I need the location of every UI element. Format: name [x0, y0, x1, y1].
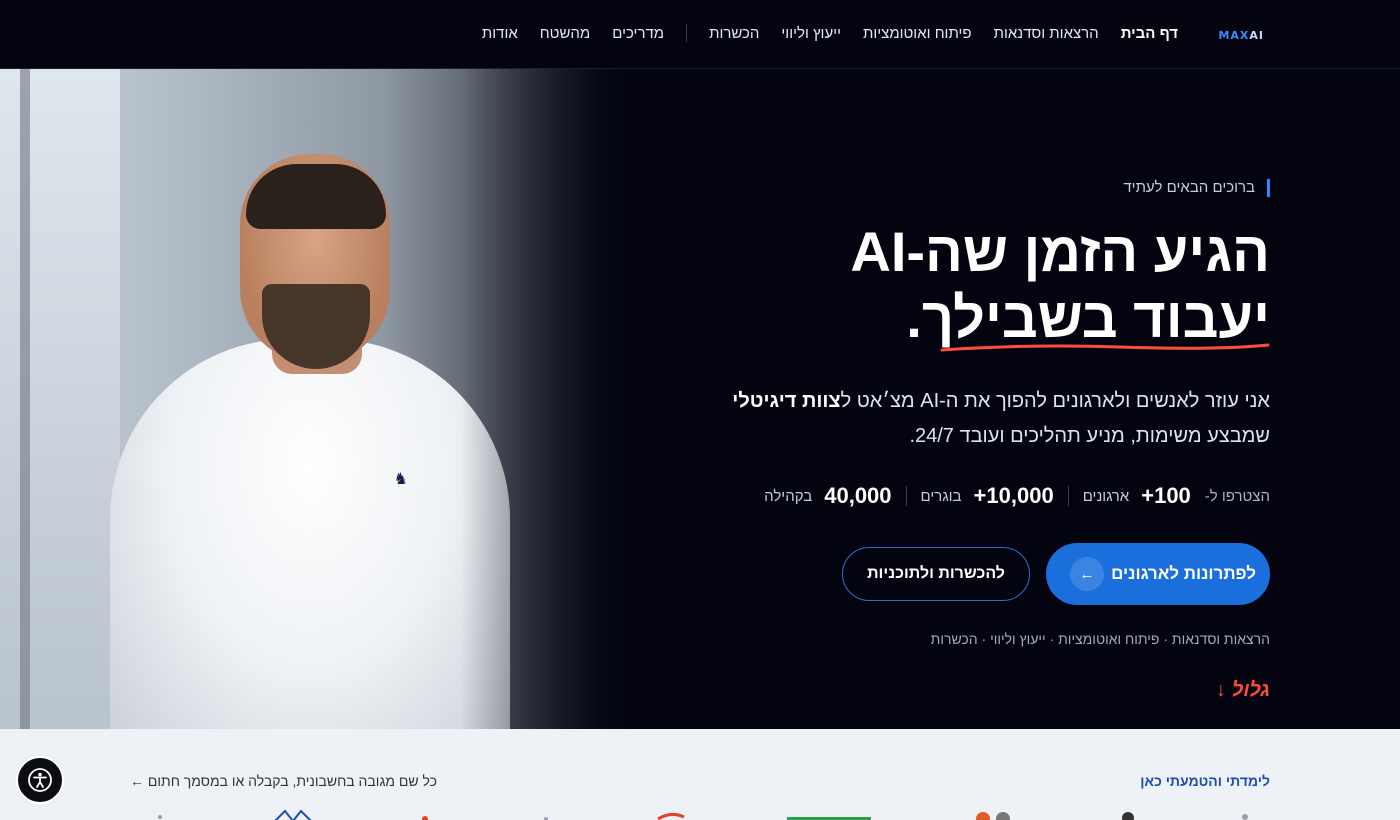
nav-link-development[interactable]: פיתוח ואוטומציות	[863, 25, 972, 42]
maxai-logo[interactable]: MAXAI	[1218, 29, 1264, 42]
client-logo-icon	[274, 809, 311, 820]
logo-text-ai: AI	[1249, 29, 1264, 42]
client-logo-icon	[422, 816, 428, 820]
nav-link-about[interactable]: אודות	[482, 25, 518, 42]
main-menu: דף הבית הרצאות וסדנאות פיתוח ואוטומציות …	[482, 24, 1178, 42]
nav-link-home[interactable]: דף הבית	[1121, 25, 1178, 42]
primary-button-label: לפתרונות לארגונים	[1111, 564, 1256, 583]
hero-headline: הגיע הזמן שה-AI יעבוד בשבילך.	[710, 219, 1270, 351]
solutions-for-organizations-button[interactable]: לפתרונות לארגונים ←	[1046, 543, 1270, 605]
stat-divider	[905, 486, 907, 506]
headline-line-1: הגיע הזמן שה-AI	[850, 220, 1270, 283]
client-logo-icon	[786, 817, 871, 820]
nav-divider	[686, 24, 688, 42]
portrait-hair	[246, 164, 386, 229]
arrow-down-icon: ↓	[1215, 679, 1226, 701]
arrow-left-icon: ←	[1070, 557, 1104, 591]
hero-lead-paragraph: אני עוזר לאנשים ולארגונים להפוך את ה-AI …	[710, 384, 1270, 454]
lead-text-part1: אני עוזר לאנשים ולארגונים להפוך את ה-AI …	[840, 390, 1270, 412]
hero-section: ♞ ברוכים הבאים לעתיד הגיע הזמן שה-AI יעב…	[0, 69, 1400, 729]
hero-eyebrow: ברוכים הבאים לעתיד	[1123, 179, 1270, 197]
stats-label: הצטרפו ל-	[1204, 487, 1270, 505]
scroll-down-hint[interactable]: גלול ↓	[1216, 679, 1270, 702]
photo-window-frame	[20, 69, 30, 729]
nav-link-lectures[interactable]: הרצאות וסדנאות	[994, 25, 1099, 42]
client-logo-icon	[158, 815, 162, 819]
client-logo-icon	[1242, 814, 1248, 820]
stat-number: 40,000	[824, 483, 892, 508]
clients-section-title: לימדתי והטמעתי כאן	[1140, 773, 1270, 789]
stat-number: 100+	[1141, 483, 1191, 508]
stat-number: 10,000+	[973, 483, 1054, 508]
stat-organizations: 100+ ארגונים	[1083, 483, 1191, 509]
stat-community: 40,000 בקהילה	[764, 483, 891, 509]
photo-fade-overlay	[460, 69, 640, 729]
top-navbar: MAXAI דף הבית הרצאות וסדנאות פיתוח ואוטו…	[0, 0, 1400, 69]
client-logos-row	[150, 809, 1250, 820]
photo-window-background	[0, 69, 120, 729]
nav-link-field[interactable]: מהשטח	[540, 25, 590, 42]
hero-content: ברוכים הבאים לעתיד הגיע הזמן שה-AI יעבוד…	[710, 69, 1270, 729]
client-logo-icon	[543, 817, 548, 820]
stat-divider	[1067, 486, 1069, 506]
clients-trust-bar: לימדתי והטמעתי כאן כל שם מגובה בחשבונית,…	[0, 729, 1400, 820]
logo-text-max: MAX	[1218, 29, 1250, 42]
lead-text-bold: צוות דיגיטלי	[732, 390, 841, 412]
accessibility-person-icon	[28, 768, 52, 792]
stat-graduates: 10,000+ בוגרים	[921, 483, 1054, 509]
client-logo-icon	[1121, 812, 1134, 820]
stat-unit: ארגונים	[1082, 487, 1130, 505]
services-tagline: הרצאות וסדנאות · פיתוח ואוטומציות · ייעו…	[930, 631, 1270, 647]
client-logo-icon	[657, 812, 685, 820]
trainings-and-programs-button[interactable]: להכשרות ולתוכניות	[842, 547, 1030, 601]
accessibility-icon[interactable]	[16, 756, 64, 804]
nav-link-guides[interactable]: מדריכים	[612, 25, 664, 42]
clients-verification-note[interactable]: כל שם מגובה בחשבונית, בקבלה או במסמך חתו…	[130, 773, 437, 789]
portrait-shirt	[110, 339, 510, 729]
hero-stats: הצטרפו ל- 100+ ארגונים 10,000+ בוגרים 40…	[764, 483, 1270, 509]
nav-link-consulting[interactable]: ייעוץ וליווי	[781, 25, 841, 42]
headline-underline-icon	[940, 343, 1270, 352]
nav-link-trainings[interactable]: הכשרות	[709, 25, 759, 42]
hero-portrait-photo: ♞	[0, 69, 640, 729]
lead-text-part2: שמבצע משימות, מניע תהליכים ועובד 24/7.	[909, 425, 1270, 447]
stat-unit: בוגרים	[920, 487, 962, 505]
shirt-emblem-icon: ♞	[393, 471, 408, 488]
stat-unit: בקהילה	[764, 487, 813, 505]
client-logo-icon	[976, 812, 1010, 820]
scroll-label: גלול	[1231, 679, 1270, 701]
